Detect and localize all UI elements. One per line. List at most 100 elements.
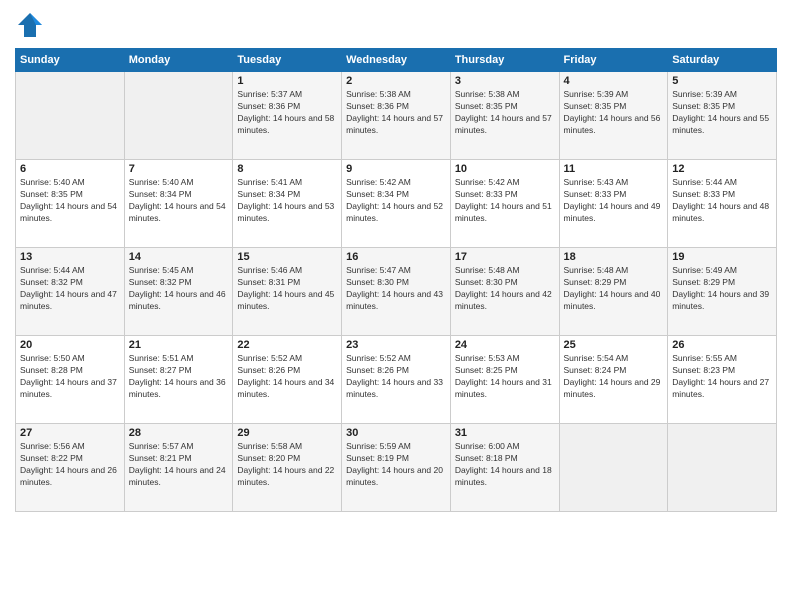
header [15, 10, 777, 40]
calendar-cell: 6 Sunrise: 5:40 AMSunset: 8:35 PMDaylight… [16, 160, 125, 248]
calendar-table: SundayMondayTuesdayWednesdayThursdayFrid… [15, 48, 777, 512]
calendar-week-row: 6 Sunrise: 5:40 AMSunset: 8:35 PMDaylight… [16, 160, 777, 248]
calendar-cell: 14 Sunrise: 5:45 AMSunset: 8:32 PMDayligh… [124, 248, 233, 336]
day-number: 15 [237, 251, 337, 263]
calendar-cell: 8 Sunrise: 5:41 AMSunset: 8:34 PMDaylight… [233, 160, 342, 248]
day-detail: Sunrise: 5:52 AMSunset: 8:26 PMDaylight:… [346, 353, 446, 401]
calendar-cell: 12 Sunrise: 5:44 AMSunset: 8:33 PMDayligh… [668, 160, 777, 248]
weekday-header-monday: Monday [124, 49, 233, 72]
calendar-cell: 28 Sunrise: 5:57 AMSunset: 8:21 PMDayligh… [124, 424, 233, 512]
day-detail: Sunrise: 5:56 AMSunset: 8:22 PMDaylight:… [20, 441, 120, 489]
calendar-cell [16, 72, 125, 160]
day-number: 14 [129, 251, 229, 263]
calendar-cell: 17 Sunrise: 5:48 AMSunset: 8:30 PMDayligh… [450, 248, 559, 336]
day-number: 9 [346, 163, 446, 175]
day-detail: Sunrise: 5:39 AMSunset: 8:35 PMDaylight:… [672, 89, 772, 137]
day-detail: Sunrise: 5:49 AMSunset: 8:29 PMDaylight:… [672, 265, 772, 313]
day-number: 23 [346, 339, 446, 351]
day-number: 29 [237, 427, 337, 439]
day-number: 3 [455, 75, 555, 87]
day-number: 2 [346, 75, 446, 87]
calendar-cell [124, 72, 233, 160]
day-number: 27 [20, 427, 120, 439]
calendar-cell: 21 Sunrise: 5:51 AMSunset: 8:27 PMDayligh… [124, 336, 233, 424]
day-number: 25 [564, 339, 664, 351]
calendar-cell: 11Sunrise: 5:43 AMSunset: 8:33 PMDayligh… [559, 160, 668, 248]
weekday-header-row: SundayMondayTuesdayWednesdayThursdayFrid… [16, 49, 777, 72]
day-detail: Sunrise: 5:48 AMSunset: 8:29 PMDaylight:… [564, 265, 664, 313]
day-detail: Sunrise: 5:43 AMSunset: 8:33 PMDaylight:… [564, 177, 664, 225]
day-detail: Sunrise: 5:57 AMSunset: 8:21 PMDaylight:… [129, 441, 229, 489]
weekday-header-thursday: Thursday [450, 49, 559, 72]
weekday-header-sunday: Sunday [16, 49, 125, 72]
day-detail: Sunrise: 5:42 AMSunset: 8:34 PMDaylight:… [346, 177, 446, 225]
day-detail: Sunrise: 5:51 AMSunset: 8:27 PMDaylight:… [129, 353, 229, 401]
calendar-cell: 7 Sunrise: 5:40 AMSunset: 8:34 PMDaylight… [124, 160, 233, 248]
day-detail: Sunrise: 5:46 AMSunset: 8:31 PMDaylight:… [237, 265, 337, 313]
day-detail: Sunrise: 5:58 AMSunset: 8:20 PMDaylight:… [237, 441, 337, 489]
calendar-cell: 27 Sunrise: 5:56 AMSunset: 8:22 PMDayligh… [16, 424, 125, 512]
day-number: 24 [455, 339, 555, 351]
weekday-header-saturday: Saturday [668, 49, 777, 72]
day-detail: Sunrise: 5:41 AMSunset: 8:34 PMDaylight:… [237, 177, 337, 225]
weekday-header-friday: Friday [559, 49, 668, 72]
calendar-cell: 15 Sunrise: 5:46 AMSunset: 8:31 PMDayligh… [233, 248, 342, 336]
calendar-cell: 20 Sunrise: 5:50 AMSunset: 8:28 PMDayligh… [16, 336, 125, 424]
day-detail: Sunrise: 5:44 AMSunset: 8:33 PMDaylight:… [672, 177, 772, 225]
day-detail: Sunrise: 5:45 AMSunset: 8:32 PMDaylight:… [129, 265, 229, 313]
day-detail: Sunrise: 5:50 AMSunset: 8:28 PMDaylight:… [20, 353, 120, 401]
day-detail: Sunrise: 5:40 AMSunset: 8:35 PMDaylight:… [20, 177, 120, 225]
calendar-week-row: 27 Sunrise: 5:56 AMSunset: 8:22 PMDayligh… [16, 424, 777, 512]
calendar-week-row: 1 Sunrise: 5:37 AMSunset: 8:36 PMDaylight… [16, 72, 777, 160]
calendar-cell: 1 Sunrise: 5:37 AMSunset: 8:36 PMDaylight… [233, 72, 342, 160]
day-detail: Sunrise: 5:38 AMSunset: 8:35 PMDaylight:… [455, 89, 555, 137]
day-number: 17 [455, 251, 555, 263]
calendar-cell: 5 Sunrise: 5:39 AMSunset: 8:35 PMDaylight… [668, 72, 777, 160]
day-detail: Sunrise: 5:40 AMSunset: 8:34 PMDaylight:… [129, 177, 229, 225]
calendar-cell: 18 Sunrise: 5:48 AMSunset: 8:29 PMDayligh… [559, 248, 668, 336]
day-number: 21 [129, 339, 229, 351]
day-detail: Sunrise: 5:44 AMSunset: 8:32 PMDaylight:… [20, 265, 120, 313]
calendar-cell [559, 424, 668, 512]
calendar-cell: 25Sunrise: 5:54 AMSunset: 8:24 PMDayligh… [559, 336, 668, 424]
logo-icon [15, 10, 45, 40]
day-number: 26 [672, 339, 772, 351]
day-detail: Sunrise: 5:52 AMSunset: 8:26 PMDaylight:… [237, 353, 337, 401]
day-number: 18 [564, 251, 664, 263]
day-number: 8 [237, 163, 337, 175]
day-detail: Sunrise: 5:55 AMSunset: 8:23 PMDaylight:… [672, 353, 772, 401]
calendar-week-row: 13 Sunrise: 5:44 AMSunset: 8:32 PMDayligh… [16, 248, 777, 336]
day-number: 22 [237, 339, 337, 351]
day-detail: Sunrise: 5:59 AMSunset: 8:19 PMDaylight:… [346, 441, 446, 489]
calendar-cell: 2 Sunrise: 5:38 AMSunset: 8:36 PMDaylight… [342, 72, 451, 160]
day-detail: Sunrise: 6:00 AMSunset: 8:18 PMDaylight:… [455, 441, 555, 489]
calendar-cell: 30 Sunrise: 5:59 AMSunset: 8:19 PMDayligh… [342, 424, 451, 512]
day-number: 30 [346, 427, 446, 439]
day-number: 28 [129, 427, 229, 439]
calendar-cell: 19Sunrise: 5:49 AMSunset: 8:29 PMDayligh… [668, 248, 777, 336]
weekday-header-tuesday: Tuesday [233, 49, 342, 72]
day-number: 6 [20, 163, 120, 175]
day-number: 7 [129, 163, 229, 175]
weekday-header-wednesday: Wednesday [342, 49, 451, 72]
calendar-cell: 22 Sunrise: 5:52 AMSunset: 8:26 PMDayligh… [233, 336, 342, 424]
day-number: 10 [455, 163, 555, 175]
day-number: 1 [237, 75, 337, 87]
calendar-cell [668, 424, 777, 512]
day-number: 12 [672, 163, 772, 175]
calendar-cell: 13 Sunrise: 5:44 AMSunset: 8:32 PMDayligh… [16, 248, 125, 336]
calendar-cell: 4Sunrise: 5:39 AMSunset: 8:35 PMDaylight… [559, 72, 668, 160]
day-detail: Sunrise: 5:48 AMSunset: 8:30 PMDaylight:… [455, 265, 555, 313]
calendar-cell: 3 Sunrise: 5:38 AMSunset: 8:35 PMDaylight… [450, 72, 559, 160]
day-number: 5 [672, 75, 772, 87]
day-detail: Sunrise: 5:42 AMSunset: 8:33 PMDaylight:… [455, 177, 555, 225]
day-number: 20 [20, 339, 120, 351]
day-detail: Sunrise: 5:37 AMSunset: 8:36 PMDaylight:… [237, 89, 337, 137]
day-number: 13 [20, 251, 120, 263]
calendar-cell: 29 Sunrise: 5:58 AMSunset: 8:20 PMDayligh… [233, 424, 342, 512]
calendar-cell: 23 Sunrise: 5:52 AMSunset: 8:26 PMDayligh… [342, 336, 451, 424]
day-detail: Sunrise: 5:38 AMSunset: 8:36 PMDaylight:… [346, 89, 446, 137]
day-detail: Sunrise: 5:53 AMSunset: 8:25 PMDaylight:… [455, 353, 555, 401]
calendar-cell: 9 Sunrise: 5:42 AMSunset: 8:34 PMDaylight… [342, 160, 451, 248]
day-detail: Sunrise: 5:47 AMSunset: 8:30 PMDaylight:… [346, 265, 446, 313]
